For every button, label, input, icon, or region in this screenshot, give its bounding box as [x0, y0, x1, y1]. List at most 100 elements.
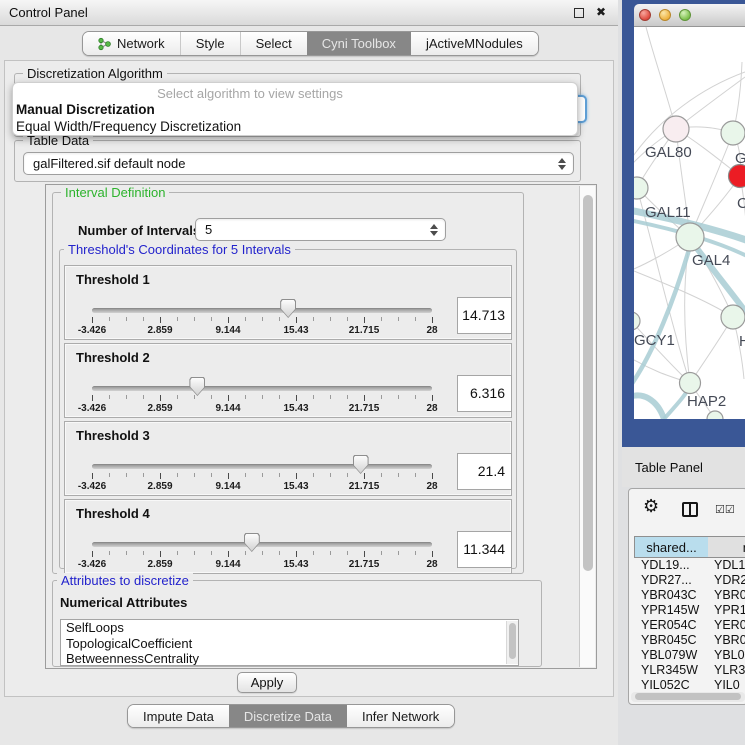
table-row[interactable]: YBL079WYBL0: [634, 648, 745, 663]
tab-select[interactable]: Select: [240, 32, 307, 55]
tab-cyni-toolbox[interactable]: Cyni Toolbox: [307, 32, 411, 55]
threshold-panel-3: Threshold 3 -3.4262.8599.14415.4321.7152…: [64, 421, 512, 496]
tick-label: 21.715: [349, 403, 380, 414]
close-icon[interactable]: ✖: [596, 5, 606, 19]
tick-mark: [109, 395, 110, 399]
tick-mark: [330, 395, 331, 399]
node-red-selected[interactable]: [729, 165, 745, 188]
popup-item-equal-width-frequency[interactable]: Equal Width/Frequency Discretization: [15, 119, 241, 134]
tick-mark: [92, 551, 93, 557]
node-hap2[interactable]: [680, 373, 701, 394]
slider-track[interactable]: [92, 464, 432, 469]
tick-label: 15.43: [283, 559, 308, 570]
slider-thumb[interactable]: [353, 455, 369, 474]
tab-infer-network[interactable]: Infer Network: [347, 705, 454, 727]
threshold-3-slider: -3.4262.8599.14415.4321.71528: [65, 422, 460, 497]
tab-style[interactable]: Style: [180, 32, 240, 55]
table-row[interactable]: YLR345WYLR3: [634, 663, 745, 678]
node-gal11[interactable]: [634, 177, 648, 199]
slider-track[interactable]: [92, 308, 432, 313]
threshold-panel-2: Threshold 2 -3.4262.8599.14415.4321.7152…: [64, 343, 512, 418]
tick-mark: [432, 317, 433, 323]
zoom-traffic-light-icon[interactable]: [679, 9, 691, 21]
tab-discretize-data[interactable]: Discretize Data: [229, 705, 347, 727]
tick-mark: [398, 473, 399, 477]
slider-track[interactable]: [92, 542, 432, 547]
node-bottom-partial[interactable]: [707, 411, 723, 419]
tick-mark: [364, 317, 365, 323]
minimize-traffic-light-icon[interactable]: [659, 9, 671, 21]
pane-scrollbar[interactable]: [579, 186, 595, 667]
node-gcy1[interactable]: [634, 312, 640, 330]
tick-label: 2.859: [147, 481, 172, 492]
tick-mark: [92, 317, 93, 323]
table-row[interactable]: YPR145WYPR1: [634, 603, 745, 618]
group-title: Discretization Algorithm: [23, 66, 167, 81]
tick-mark: [415, 473, 416, 477]
number-of-intervals-combobox[interactable]: 5: [195, 218, 446, 241]
tab-impute-data[interactable]: Impute Data: [128, 705, 229, 727]
node-mid-right[interactable]: [721, 305, 745, 329]
tick-mark: [245, 473, 246, 477]
table-row[interactable]: YBR045CYBR0: [634, 633, 745, 648]
float-window-icon[interactable]: [574, 8, 584, 18]
tick-mark: [126, 317, 127, 321]
threshold-1-slider: -3.4262.8599.14415.4321.71528: [65, 266, 460, 341]
popup-item-manual-discretization[interactable]: Manual Discretization: [15, 102, 155, 117]
settings-gear-icon[interactable]: ⚙: [643, 496, 659, 517]
slider-thumb[interactable]: [280, 299, 296, 318]
close-traffic-light-icon[interactable]: [639, 9, 651, 21]
table-panel-titlebar: Table Panel: [622, 447, 745, 487]
table-row[interactable]: YBR043CYBR0: [634, 588, 745, 603]
tick-mark: [262, 551, 263, 555]
node-top-right[interactable]: [721, 121, 745, 145]
network-canvas[interactable]: GAL80 GA C GAL11 GAL4 H GCY1 HAP2: [634, 27, 745, 419]
tick-mark: [381, 317, 382, 321]
network-window-titlebar: [634, 4, 745, 27]
list-item[interactable]: TopologicalCoefficient: [61, 636, 518, 652]
table-data-combobox[interactable]: galFiltered.sif default node: [23, 152, 574, 175]
tick-mark: [177, 395, 178, 399]
threshold-2-value-field[interactable]: 6.316: [457, 375, 512, 412]
tick-mark: [330, 317, 331, 321]
tick-label: -3.426: [78, 481, 106, 492]
list-item[interactable]: BetweennessCentrality: [61, 651, 518, 666]
table-row[interactable]: YER054CYER0: [634, 618, 745, 633]
list-item[interactable]: SelfLoops: [61, 620, 518, 636]
combo-arrows-icon: [430, 224, 438, 236]
threshold-4-value-field[interactable]: 11.344: [457, 531, 512, 568]
table-row[interactable]: YDL19...YDL1: [634, 558, 745, 573]
apply-button[interactable]: Apply: [237, 672, 297, 693]
column-header-shared-name[interactable]: shared...: [634, 536, 709, 558]
threshold-3-value-field[interactable]: 21.4: [457, 453, 512, 490]
scrollbar-thumb[interactable]: [635, 693, 741, 700]
tick-mark: [245, 317, 246, 321]
tick-label: 28: [426, 403, 437, 414]
column-header-name[interactable]: na: [708, 536, 745, 558]
tab-jactivemnodules[interactable]: jActiveMNodules: [411, 32, 538, 55]
slider-track[interactable]: [92, 386, 432, 391]
node-label-gal11: GAL11: [645, 204, 691, 221]
tick-mark: [92, 395, 93, 401]
tick-mark: [398, 317, 399, 321]
list-scrollbar[interactable]: [506, 621, 518, 664]
tick-mark: [194, 395, 195, 399]
table-row[interactable]: YIL052CYIL0: [634, 678, 745, 692]
table-horizontal-scrollbar[interactable]: [631, 692, 745, 702]
pane-scrollbar-thumb[interactable]: [583, 195, 593, 571]
node-gal80[interactable]: [663, 116, 689, 142]
node-gal4[interactable]: [676, 223, 704, 251]
tab-network[interactable]: Network: [83, 32, 180, 55]
tick-mark: [432, 473, 433, 479]
tick-label: -3.426: [78, 559, 106, 570]
tick-mark: [211, 317, 212, 321]
slider-thumb[interactable]: [244, 533, 260, 552]
table-row[interactable]: YDR27...YDR2: [634, 573, 745, 588]
threshold-1-value-field[interactable]: 14.713: [457, 297, 512, 334]
tick-label: 21.715: [349, 559, 380, 570]
select-columns-checkboxes-icon[interactable]: ☑☑: [715, 503, 735, 516]
tick-label: 2.859: [147, 325, 172, 336]
tick-mark: [211, 551, 212, 555]
column-layout-icon[interactable]: [682, 502, 698, 517]
slider-thumb[interactable]: [189, 377, 205, 396]
